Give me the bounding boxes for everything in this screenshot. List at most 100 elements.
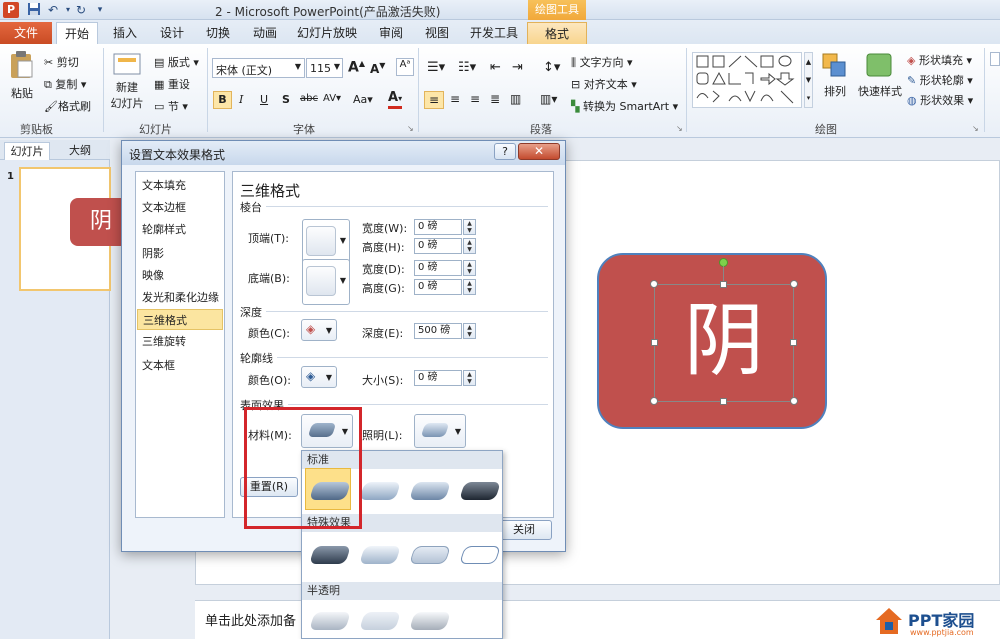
material-warm-matte-icon[interactable] (356, 474, 401, 506)
customize-qat-icon[interactable]: ▾ (92, 2, 108, 18)
material-powder-icon[interactable] (306, 604, 351, 636)
dialog-launcher-icon[interactable]: ↘ (407, 124, 414, 133)
resize-handle[interactable] (790, 339, 797, 346)
material-flat-icon[interactable] (406, 538, 451, 570)
redo-icon[interactable]: ↻ (73, 2, 89, 18)
lighting-dropdown[interactable]: ▼ (414, 414, 466, 448)
shape-outline-button[interactable]: ✎ 形状轮廓 ▾ (907, 72, 973, 88)
shadow-button[interactable]: S (282, 93, 290, 106)
format-painter-button[interactable]: 🖌格式刷 (44, 98, 91, 114)
top-width-spinner[interactable]: ▲ ▼ (463, 219, 476, 235)
bottom-height-input[interactable]: 0 磅 (414, 279, 462, 295)
bullets-button[interactable]: ☰▾ (427, 60, 445, 75)
nav-glow-soft-edges[interactable]: 发光和柔化边缘 (137, 287, 223, 308)
nav-3d-format[interactable]: 三维格式 (137, 309, 223, 330)
tab-developer[interactable]: 开发工具 (467, 22, 521, 44)
depth-color-picker[interactable]: ◈ ▼ (301, 319, 337, 341)
layout-button[interactable]: ▤ 版式 ▾ (154, 54, 199, 70)
new-slide-button[interactable]: 新建 幻灯片 (108, 50, 146, 111)
line-spacing-button[interactable]: ↕▾ (543, 60, 560, 75)
material-wireframe-icon[interactable] (456, 538, 501, 570)
grow-font-button[interactable]: A▲ (348, 59, 365, 76)
increase-indent-button[interactable]: ⇥ (512, 60, 523, 75)
save-icon[interactable] (26, 2, 42, 18)
justify-button[interactable]: ≣ (490, 92, 500, 106)
nav-text-box[interactable]: 文本框 (137, 355, 223, 376)
nav-shadow[interactable]: 阴影 (137, 243, 223, 264)
tab-design[interactable]: 设计 (155, 22, 189, 44)
font-color-button[interactable]: A▾ (388, 91, 403, 109)
shrink-font-button[interactable]: A▼ (370, 61, 385, 76)
nav-reflection[interactable]: 映像 (137, 265, 223, 286)
change-case-button[interactable]: Aa▾ (353, 93, 373, 106)
convert-smartart-button[interactable]: ▚ 转换为 SmartArt ▾ (571, 98, 678, 114)
decrease-indent-button[interactable]: ⇤ (490, 60, 501, 75)
depth-input[interactable]: 500 磅 (414, 323, 462, 339)
tab-review[interactable]: 审阅 (374, 22, 408, 44)
shapes-gallery[interactable] (692, 52, 802, 108)
align-right-button[interactable]: ≡ (470, 92, 480, 106)
top-height-spinner[interactable]: ▲ ▼ (463, 238, 476, 254)
numbering-button[interactable]: ☷▾ (458, 60, 476, 75)
align-center-button[interactable]: ≡ (450, 92, 460, 106)
align-left-button[interactable]: ≡ (424, 91, 444, 109)
char-spacing-button[interactable]: AV▾ (323, 93, 341, 104)
tab-home[interactable]: 开始 (56, 22, 98, 44)
gallery-scroll[interactable]: ▲ ▼ ▾ (804, 52, 813, 108)
resize-handle[interactable] (790, 280, 798, 288)
font-size-combo[interactable]: 115 ▼ (306, 58, 343, 78)
tab-view[interactable]: 视图 (420, 22, 454, 44)
contour-size-spinner[interactable]: ▲ ▼ (463, 370, 476, 386)
arrange-button[interactable]: 排列 (820, 52, 850, 99)
contour-size-input[interactable]: 0 磅 (414, 370, 462, 386)
resize-handle[interactable] (651, 339, 658, 346)
clear-format-icon[interactable]: Aᵃ (396, 58, 414, 76)
tab-transitions[interactable]: 切换 (201, 22, 235, 44)
nav-text-outline[interactable]: 文本边框 (137, 197, 223, 218)
tab-file[interactable]: 文件 (0, 22, 52, 44)
notes-placeholder[interactable]: 单击此处添加备 (205, 610, 296, 629)
font-name-combo[interactable]: 宋体 (正文) ▼ (212, 58, 305, 78)
dialog-launcher-icon[interactable]: ↘ (676, 124, 683, 133)
tab-outline[interactable]: 大纲 (57, 142, 103, 160)
copy-button[interactable]: ⧉ 复制 ▾ (44, 76, 86, 92)
resize-handle[interactable] (650, 397, 658, 405)
dialog-close-button[interactable]: 关闭 (496, 520, 552, 540)
powerpoint-app-icon[interactable]: P (3, 2, 19, 18)
italic-button[interactable]: I (239, 93, 243, 106)
quick-styles-button[interactable]: 快速样式 (857, 52, 903, 99)
reset-slide-button[interactable]: ▦ 重设 (154, 76, 190, 92)
bold-button[interactable]: B (213, 91, 232, 109)
text-direction-button[interactable]: ⫼ 文字方向 ▾ (571, 54, 633, 70)
top-width-input[interactable]: 0 磅 (414, 219, 462, 235)
close-icon[interactable]: ✕ (518, 143, 560, 160)
material-dark-edge-icon[interactable] (306, 538, 351, 570)
find-icon[interactable] (990, 52, 1000, 66)
section-button[interactable]: ▭ 节 ▾ (154, 98, 188, 114)
top-height-input[interactable]: 0 磅 (414, 238, 462, 254)
cut-button[interactable]: ✂ 剪切 (44, 54, 79, 70)
strikethrough-button[interactable]: abc (300, 93, 318, 104)
resize-handle[interactable] (790, 397, 798, 405)
tab-slides[interactable]: 幻灯片 (4, 142, 50, 160)
shape-effects-button[interactable]: ◍ 形状效果 ▾ (907, 92, 973, 108)
tab-slideshow[interactable]: 幻灯片放映 (296, 22, 358, 44)
bottom-width-spinner[interactable]: ▲ ▼ (463, 260, 476, 276)
material-metal-icon[interactable] (456, 474, 501, 506)
columns-button[interactable]: ▥▾ (540, 92, 557, 106)
dialog-launcher-icon[interactable]: ↘ (972, 124, 979, 133)
bottom-width-input[interactable]: 0 磅 (414, 260, 462, 276)
nav-3d-rotation[interactable]: 三维旋转 (137, 331, 223, 352)
nav-text-fill[interactable]: 文本填充 (137, 175, 223, 196)
paste-button[interactable]: 粘贴 (8, 50, 36, 101)
help-button[interactable]: ? (494, 143, 516, 160)
material-plastic-icon[interactable] (406, 474, 451, 506)
contour-color-picker[interactable]: ◈ ▼ (301, 366, 337, 388)
tab-animations[interactable]: 动画 (248, 22, 282, 44)
undo-icon[interactable]: ↶ (45, 2, 61, 18)
distribute-button[interactable]: ▥ (510, 92, 521, 106)
bevel-bottom-picker[interactable]: ▼ (302, 259, 350, 305)
nav-outline-style[interactable]: 轮廓样式 (137, 219, 223, 240)
tab-format[interactable]: 格式 (527, 22, 587, 44)
material-soft-metal-icon[interactable] (406, 604, 451, 636)
